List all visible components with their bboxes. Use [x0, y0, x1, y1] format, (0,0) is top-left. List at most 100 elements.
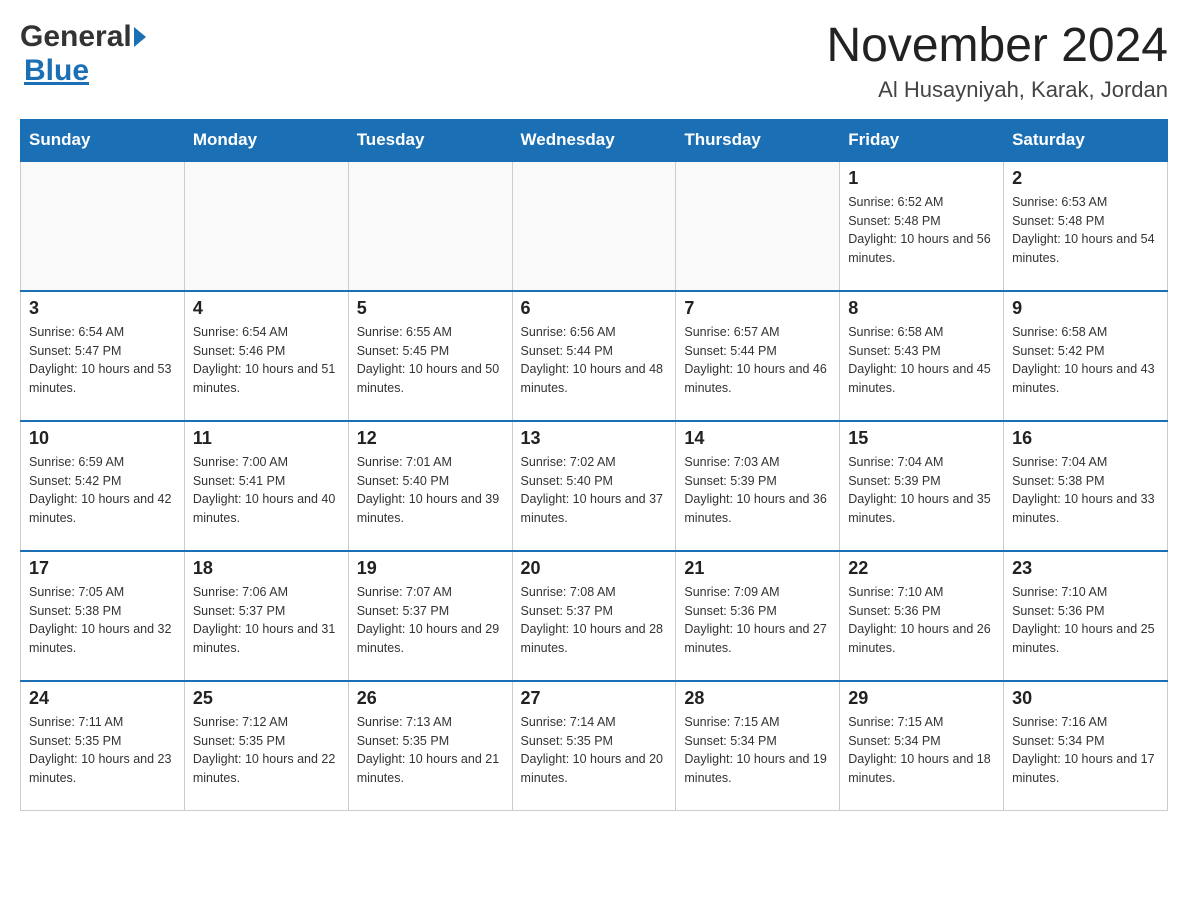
calendar-cell: 3 Sunrise: 6:54 AMSunset: 5:47 PMDaylight… — [21, 291, 185, 421]
day-number: 7 — [684, 298, 831, 319]
day-number: 19 — [357, 558, 504, 579]
day-number: 5 — [357, 298, 504, 319]
day-info: Sunrise: 7:10 AMSunset: 5:36 PMDaylight:… — [848, 583, 995, 658]
day-number: 16 — [1012, 428, 1159, 449]
day-info: Sunrise: 7:06 AMSunset: 5:37 PMDaylight:… — [193, 583, 340, 658]
day-number: 28 — [684, 688, 831, 709]
calendar-cell: 14 Sunrise: 7:03 AMSunset: 5:39 PMDayligh… — [676, 421, 840, 551]
calendar-cell: 7 Sunrise: 6:57 AMSunset: 5:44 PMDaylight… — [676, 291, 840, 421]
calendar-week-row: 24 Sunrise: 7:11 AMSunset: 5:35 PMDayligh… — [21, 681, 1168, 811]
calendar-week-row: 3 Sunrise: 6:54 AMSunset: 5:47 PMDaylight… — [21, 291, 1168, 421]
calendar-cell: 25Sunrise: 7:12 AMSunset: 5:35 PMDayligh… — [184, 681, 348, 811]
day-info: Sunrise: 6:57 AMSunset: 5:44 PMDaylight:… — [684, 323, 831, 398]
day-info: Sunrise: 7:03 AMSunset: 5:39 PMDaylight:… — [684, 453, 831, 528]
calendar-cell: 21Sunrise: 7:09 AMSunset: 5:36 PMDayligh… — [676, 551, 840, 681]
day-info: Sunrise: 7:05 AMSunset: 5:38 PMDaylight:… — [29, 583, 176, 658]
page-header: General Blue November 2024 Al Husayniyah… — [20, 20, 1168, 103]
day-number: 15 — [848, 428, 995, 449]
day-info: Sunrise: 6:59 AMSunset: 5:42 PMDaylight:… — [29, 453, 176, 528]
calendar-cell: 23 Sunrise: 7:10 AMSunset: 5:36 PMDayligh… — [1004, 551, 1168, 681]
day-info: Sunrise: 7:04 AMSunset: 5:39 PMDaylight:… — [848, 453, 995, 528]
day-info: Sunrise: 7:13 AMSunset: 5:35 PMDaylight:… — [357, 713, 504, 788]
day-of-week-header: Monday — [184, 119, 348, 161]
calendar-header-row: SundayMondayTuesdayWednesdayThursdayFrid… — [21, 119, 1168, 161]
day-info: Sunrise: 7:01 AMSunset: 5:40 PMDaylight:… — [357, 453, 504, 528]
calendar-cell: 22 Sunrise: 7:10 AMSunset: 5:36 PMDayligh… — [840, 551, 1004, 681]
day-number: 29 — [848, 688, 995, 709]
day-number: 12 — [357, 428, 504, 449]
day-number: 24 — [29, 688, 176, 709]
calendar-cell: 27 Sunrise: 7:14 AMSunset: 5:35 PMDayligh… — [512, 681, 676, 811]
calendar-cell — [184, 161, 348, 291]
day-info: Sunrise: 7:11 AMSunset: 5:35 PMDaylight:… — [29, 713, 176, 788]
day-number: 20 — [521, 558, 668, 579]
month-year-title: November 2024 — [826, 20, 1168, 73]
day-of-week-header: Sunday — [21, 119, 185, 161]
calendar-cell — [512, 161, 676, 291]
calendar-cell: 28Sunrise: 7:15 AMSunset: 5:34 PMDayligh… — [676, 681, 840, 811]
day-info: Sunrise: 7:07 AMSunset: 5:37 PMDaylight:… — [357, 583, 504, 658]
day-info: Sunrise: 6:54 AMSunset: 5:47 PMDaylight:… — [29, 323, 176, 398]
logo-arrow-icon — [134, 27, 146, 47]
day-number: 21 — [684, 558, 831, 579]
calendar-cell: 18 Sunrise: 7:06 AMSunset: 5:37 PMDayligh… — [184, 551, 348, 681]
calendar-cell: 10 Sunrise: 6:59 AMSunset: 5:42 PMDayligh… — [21, 421, 185, 551]
calendar-week-row: 1 Sunrise: 6:52 AMSunset: 5:48 PMDaylight… — [21, 161, 1168, 291]
calendar-cell: 5 Sunrise: 6:55 AMSunset: 5:45 PMDaylight… — [348, 291, 512, 421]
day-number: 6 — [521, 298, 668, 319]
day-of-week-header: Wednesday — [512, 119, 676, 161]
day-number: 18 — [193, 558, 340, 579]
day-number: 30 — [1012, 688, 1159, 709]
day-info: Sunrise: 7:15 AMSunset: 5:34 PMDaylight:… — [848, 713, 995, 788]
day-number: 2 — [1012, 168, 1159, 189]
day-number: 1 — [848, 168, 995, 189]
calendar-cell: 17 Sunrise: 7:05 AMSunset: 5:38 PMDayligh… — [21, 551, 185, 681]
day-number: 10 — [29, 428, 176, 449]
day-number: 8 — [848, 298, 995, 319]
day-info: Sunrise: 6:54 AMSunset: 5:46 PMDaylight:… — [193, 323, 340, 398]
day-number: 23 — [1012, 558, 1159, 579]
day-info: Sunrise: 7:08 AMSunset: 5:37 PMDaylight:… — [521, 583, 668, 658]
day-info: Sunrise: 6:52 AMSunset: 5:48 PMDaylight:… — [848, 193, 995, 268]
day-number: 9 — [1012, 298, 1159, 319]
day-info: Sunrise: 7:10 AMSunset: 5:36 PMDaylight:… — [1012, 583, 1159, 658]
day-info: Sunrise: 7:00 AMSunset: 5:41 PMDaylight:… — [193, 453, 340, 528]
day-info: Sunrise: 7:14 AMSunset: 5:35 PMDaylight:… — [521, 713, 668, 788]
calendar-cell: 15 Sunrise: 7:04 AMSunset: 5:39 PMDayligh… — [840, 421, 1004, 551]
day-number: 11 — [193, 428, 340, 449]
calendar-cell: 19 Sunrise: 7:07 AMSunset: 5:37 PMDayligh… — [348, 551, 512, 681]
calendar-cell: 4Sunrise: 6:54 AMSunset: 5:46 PMDaylight… — [184, 291, 348, 421]
day-info: Sunrise: 6:58 AMSunset: 5:43 PMDaylight:… — [848, 323, 995, 398]
calendar-cell: 8 Sunrise: 6:58 AMSunset: 5:43 PMDaylight… — [840, 291, 1004, 421]
day-info: Sunrise: 7:04 AMSunset: 5:38 PMDaylight:… — [1012, 453, 1159, 528]
calendar-cell: 30 Sunrise: 7:16 AMSunset: 5:34 PMDayligh… — [1004, 681, 1168, 811]
calendar-week-row: 17 Sunrise: 7:05 AMSunset: 5:38 PMDayligh… — [21, 551, 1168, 681]
day-of-week-header: Thursday — [676, 119, 840, 161]
calendar-cell: 6 Sunrise: 6:56 AMSunset: 5:44 PMDaylight… — [512, 291, 676, 421]
calendar-cell: 26 Sunrise: 7:13 AMSunset: 5:35 PMDayligh… — [348, 681, 512, 811]
day-number: 17 — [29, 558, 176, 579]
title-section: November 2024 Al Husayniyah, Karak, Jord… — [826, 20, 1168, 103]
calendar-table: SundayMondayTuesdayWednesdayThursdayFrid… — [20, 119, 1168, 812]
calendar-cell: 12 Sunrise: 7:01 AMSunset: 5:40 PMDayligh… — [348, 421, 512, 551]
day-info: Sunrise: 6:53 AMSunset: 5:48 PMDaylight:… — [1012, 193, 1159, 268]
day-number: 22 — [848, 558, 995, 579]
day-info: Sunrise: 6:56 AMSunset: 5:44 PMDaylight:… — [521, 323, 668, 398]
calendar-cell: 29 Sunrise: 7:15 AMSunset: 5:34 PMDayligh… — [840, 681, 1004, 811]
day-of-week-header: Saturday — [1004, 119, 1168, 161]
day-number: 27 — [521, 688, 668, 709]
calendar-cell: 11 Sunrise: 7:00 AMSunset: 5:41 PMDayligh… — [184, 421, 348, 551]
day-info: Sunrise: 6:55 AMSunset: 5:45 PMDaylight:… — [357, 323, 504, 398]
day-number: 14 — [684, 428, 831, 449]
calendar-cell: 2 Sunrise: 6:53 AMSunset: 5:48 PMDaylight… — [1004, 161, 1168, 291]
day-info: Sunrise: 7:16 AMSunset: 5:34 PMDaylight:… — [1012, 713, 1159, 788]
logo-blue-text: Blue — [24, 54, 89, 88]
day-number: 3 — [29, 298, 176, 319]
day-info: Sunrise: 6:58 AMSunset: 5:42 PMDaylight:… — [1012, 323, 1159, 398]
day-info: Sunrise: 7:02 AMSunset: 5:40 PMDaylight:… — [521, 453, 668, 528]
day-number: 26 — [357, 688, 504, 709]
day-of-week-header: Tuesday — [348, 119, 512, 161]
calendar-cell: 20 Sunrise: 7:08 AMSunset: 5:37 PMDayligh… — [512, 551, 676, 681]
calendar-cell: 13Sunrise: 7:02 AMSunset: 5:40 PMDayligh… — [512, 421, 676, 551]
location-text: Al Husayniyah, Karak, Jordan — [826, 77, 1168, 103]
